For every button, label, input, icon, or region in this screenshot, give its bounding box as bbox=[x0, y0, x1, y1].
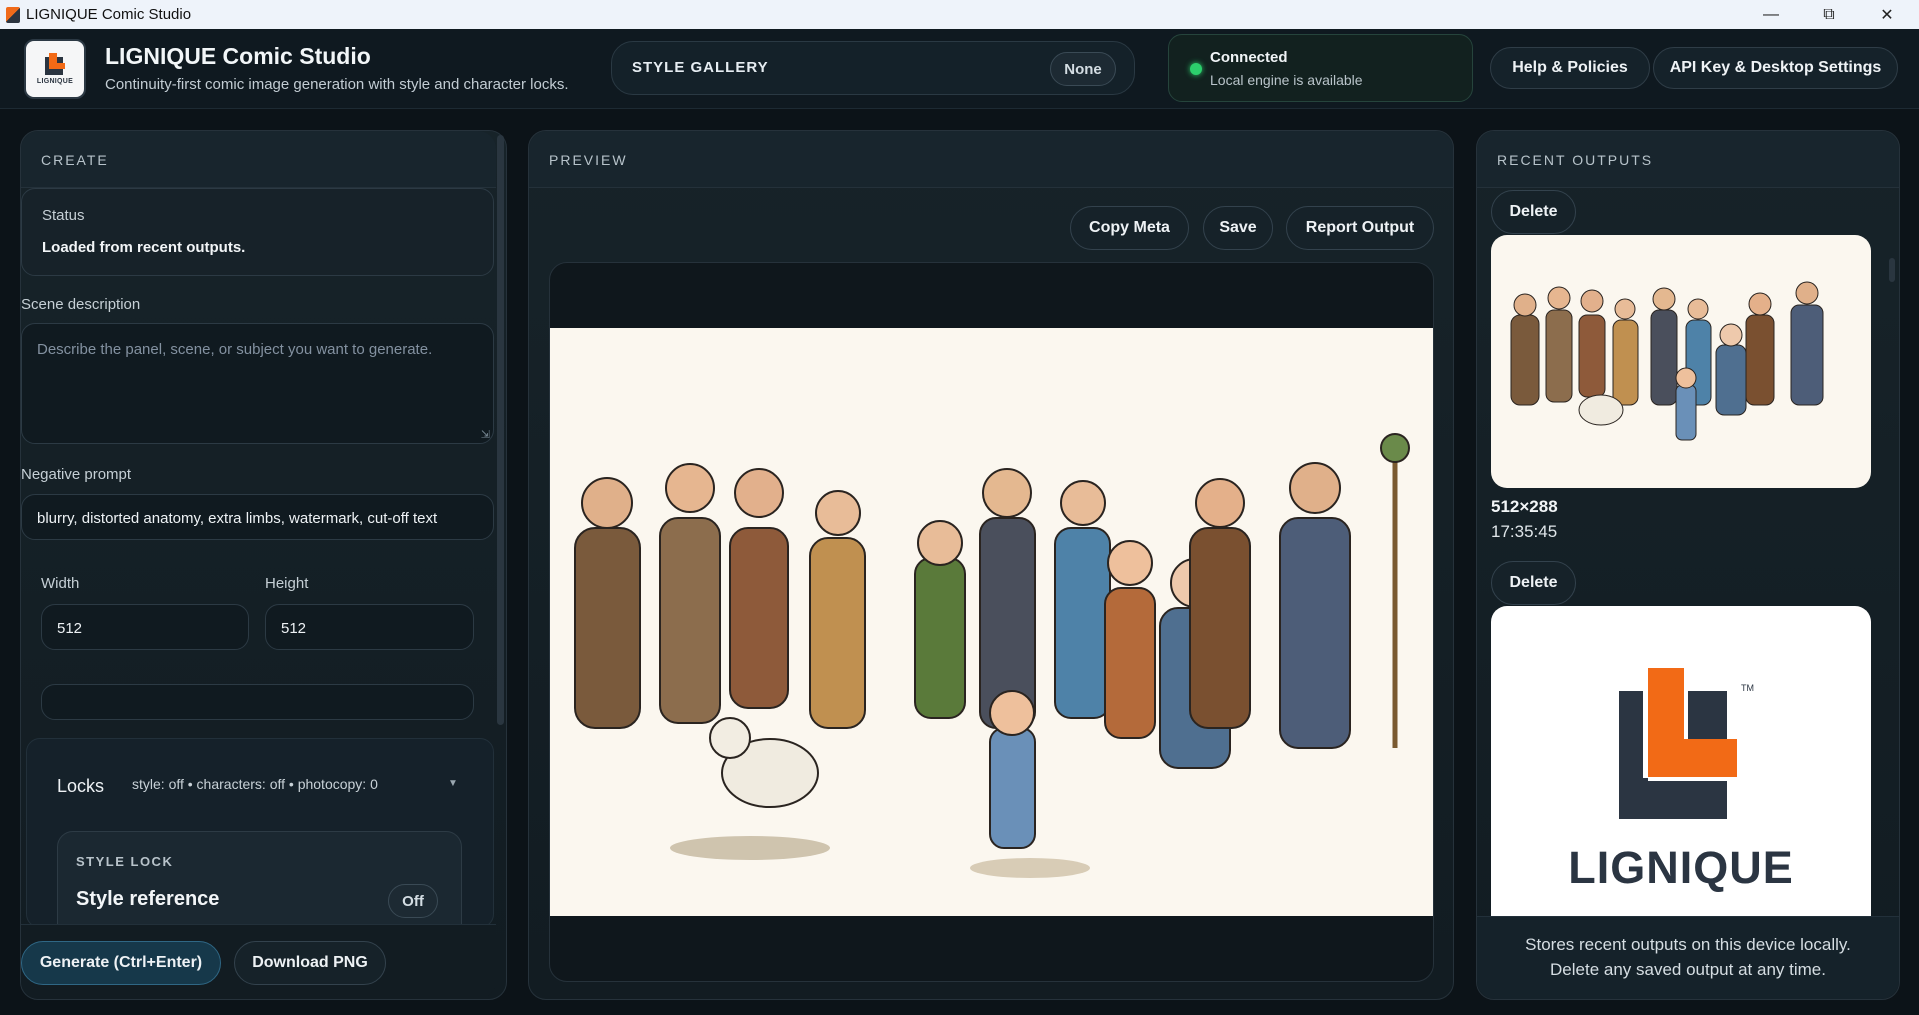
scene-label: Scene description bbox=[21, 296, 141, 313]
create-header: CREATE bbox=[21, 131, 496, 188]
copy-meta-button[interactable]: Copy Meta bbox=[1070, 206, 1189, 250]
style-lock-toggle[interactable]: Off bbox=[388, 884, 438, 918]
recent-item-time: 17:35:45 bbox=[1491, 522, 1558, 541]
restore-icon[interactable]: ⧉ bbox=[1800, 0, 1858, 29]
locks-label: Locks bbox=[57, 776, 105, 796]
negative-prompt-input[interactable]: blurry, distorted anatomy, extra limbs, … bbox=[21, 494, 494, 540]
help-policies-button[interactable]: Help & Policies bbox=[1490, 47, 1650, 89]
style-lock-heading: STYLE LOCK bbox=[76, 854, 174, 869]
api-settings-button[interactable]: API Key & Desktop Settings bbox=[1653, 47, 1898, 89]
recent-heading: RECENT OUTPUTS bbox=[1497, 152, 1654, 168]
seed-input[interactable] bbox=[41, 684, 474, 720]
preview-header: PREVIEW bbox=[529, 131, 1453, 188]
recent-item-size: 512×288 bbox=[1491, 497, 1558, 516]
scene-description-input[interactable]: Describe the panel, scene, or subject yo… bbox=[21, 323, 494, 444]
recent-footer-line2: Delete any saved output at any time. bbox=[1550, 960, 1826, 979]
negative-label: Negative prompt bbox=[21, 466, 132, 483]
chevron-down-icon[interactable]: ▼ bbox=[448, 778, 458, 789]
scene-placeholder: Describe the panel, scene, or subject yo… bbox=[37, 341, 433, 358]
preview-image bbox=[550, 328, 1433, 916]
logo-mark-icon bbox=[43, 53, 67, 75]
app-title: LIGNIQUE Comic Studio bbox=[105, 43, 371, 69]
recent-footer: Stores recent outputs on this device loc… bbox=[1477, 916, 1899, 999]
width-input[interactable]: 512 bbox=[41, 604, 249, 650]
create-heading: CREATE bbox=[41, 152, 109, 168]
delete-button[interactable]: Delete bbox=[1491, 190, 1576, 234]
recent-thumbnail[interactable]: TM LIGNIQUE bbox=[1491, 606, 1871, 916]
save-button[interactable]: Save bbox=[1203, 206, 1273, 250]
style-gallery-value[interactable]: None bbox=[1050, 52, 1116, 86]
logo-wordmark: LIGNIQUE bbox=[1568, 842, 1794, 893]
preview-heading: PREVIEW bbox=[549, 152, 628, 168]
window-title: LIGNIQUE Comic Studio bbox=[26, 6, 192, 23]
generate-button[interactable]: Generate (Ctrl+Enter) bbox=[21, 941, 221, 985]
download-png-button[interactable]: Download PNG bbox=[234, 941, 386, 985]
report-output-button[interactable]: Report Output bbox=[1286, 206, 1434, 250]
window-titlebar: LIGNIQUE Comic Studio — ⧉ ✕ bbox=[0, 0, 1919, 29]
style-gallery-selector[interactable]: STYLE GALLERY None bbox=[611, 41, 1135, 95]
recent-thumbnail[interactable] bbox=[1491, 235, 1871, 488]
height-input[interactable]: 512 bbox=[265, 604, 474, 650]
style-gallery-label: STYLE GALLERY bbox=[632, 59, 769, 76]
height-label: Height bbox=[265, 575, 309, 592]
app-icon bbox=[6, 6, 20, 23]
recent-header: RECENT OUTPUTS bbox=[1477, 131, 1899, 188]
trademark-mark: TM bbox=[1741, 683, 1754, 693]
minimize-icon[interactable]: — bbox=[1742, 0, 1800, 29]
style-reference-label: Style reference bbox=[76, 888, 220, 910]
comic-group-illustration bbox=[574, 433, 1410, 878]
logo-text: LIGNIQUE bbox=[36, 78, 74, 85]
connection-subtitle: Local engine is available bbox=[1210, 72, 1363, 88]
connection-status: Connected Local engine is available bbox=[1168, 34, 1473, 102]
status-value: Loaded from recent outputs. bbox=[42, 239, 246, 256]
resize-handle-icon[interactable]: ⇲ bbox=[481, 428, 490, 441]
close-icon[interactable]: ✕ bbox=[1858, 0, 1916, 29]
height-value: 512 bbox=[281, 620, 307, 637]
recent-footer-line1: Stores recent outputs on this device loc… bbox=[1525, 935, 1851, 954]
locks-section: Locks style: off • characters: off • pho… bbox=[26, 738, 494, 951]
negative-prompt-value: blurry, distorted anatomy, extra limbs, … bbox=[37, 510, 438, 527]
app-header: LIGNIQUE LIGNIQUE Comic Studio Continuit… bbox=[0, 29, 1919, 109]
app-logo: LIGNIQUE bbox=[24, 39, 86, 99]
app-subtitle: Continuity-first comic image generation … bbox=[105, 76, 569, 93]
create-scrollbar[interactable] bbox=[497, 135, 504, 725]
delete-button[interactable]: Delete bbox=[1491, 561, 1576, 605]
recent-scrollbar[interactable] bbox=[1889, 258, 1895, 282]
status-label: Status bbox=[42, 207, 85, 224]
status-dot-icon bbox=[1190, 63, 1202, 75]
locks-summary[interactable]: style: off • characters: off • photocopy… bbox=[132, 776, 378, 792]
width-label: Width bbox=[41, 575, 80, 592]
connection-title: Connected bbox=[1210, 49, 1288, 66]
thumbnail-illustration bbox=[1510, 281, 1824, 441]
width-value: 512 bbox=[57, 620, 83, 637]
status-box: Status Loaded from recent outputs. bbox=[21, 188, 494, 276]
